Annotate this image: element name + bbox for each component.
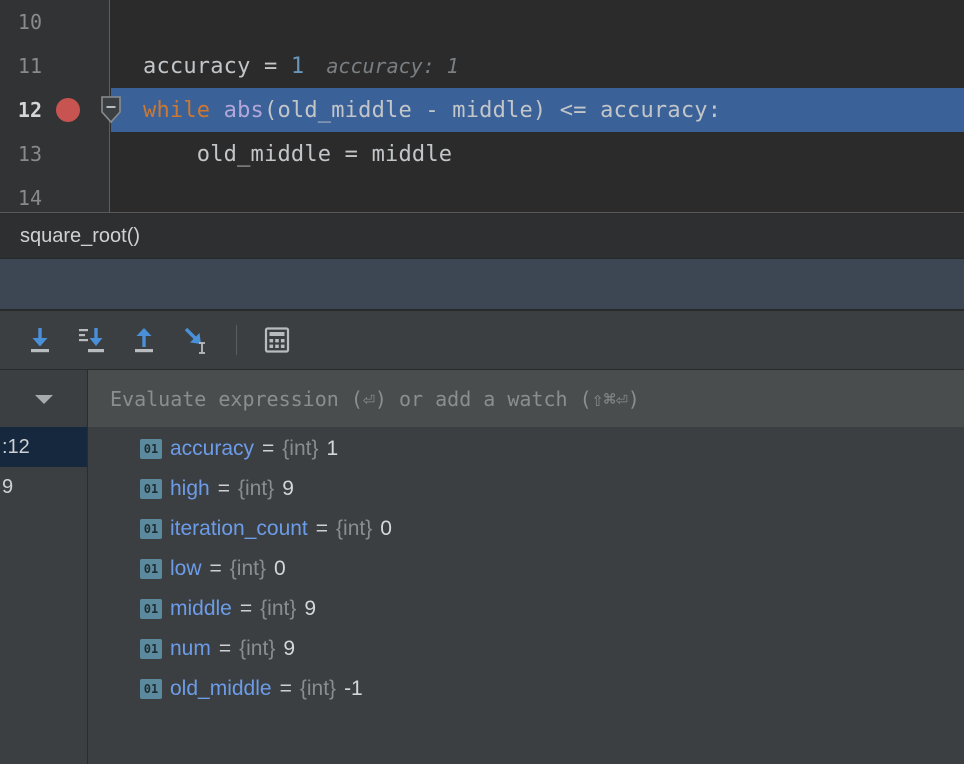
editor-gutter[interactable]: 13 (0, 132, 110, 176)
variable-row[interactable]: 01 num = {int} 9 (88, 629, 964, 669)
step-over-icon (25, 325, 55, 355)
variable-value: 9 (282, 477, 294, 501)
variable-name: num (170, 637, 211, 661)
code-text (111, 0, 964, 44)
calculator-icon (263, 326, 291, 354)
code-source-text: old_middle = middle (111, 142, 452, 167)
variable-type-badge-icon: 01 (140, 519, 162, 539)
variable-name: old_middle (170, 677, 272, 701)
selected-thread-band[interactable] (0, 258, 964, 310)
variable-type-badge-icon: 01 (140, 479, 162, 499)
variable-equals: = (316, 517, 328, 541)
variable-value: 0 (380, 517, 392, 541)
variable-row[interactable]: 01 low = {int} 0 (88, 549, 964, 589)
variable-type-badge-icon: 01 (140, 599, 162, 619)
frames-list[interactable]: :129 (0, 427, 88, 764)
panel-header: Evaluate expression (⏎) or add a watch (… (0, 370, 964, 427)
variable-row[interactable]: 01 middle = {int} 9 (88, 589, 964, 629)
variable-row[interactable]: 01 accuracy = {int} 1 (88, 429, 964, 469)
evaluate-expression-input[interactable]: Evaluate expression (⏎) or add a watch (… (88, 370, 964, 427)
line-number: 13 (0, 142, 46, 166)
step-out-icon (129, 325, 159, 355)
variable-type: {int} (282, 437, 318, 461)
variable-name: low (170, 557, 202, 581)
variable-equals: = (219, 637, 231, 661)
variable-type-badge-icon: 01 (140, 639, 162, 659)
variable-type-badge-icon: 01 (140, 679, 162, 699)
variable-value: 0 (274, 557, 286, 581)
variable-equals: = (240, 597, 252, 621)
line-number: 10 (0, 10, 46, 34)
variable-row[interactable]: 01 old_middle = {int} -1 (88, 669, 964, 709)
variable-name: high (170, 477, 210, 501)
code-line[interactable]: 10 (0, 0, 964, 44)
variable-name: accuracy (170, 437, 254, 461)
chevron-down-icon (33, 392, 55, 406)
variable-type: {int} (260, 597, 296, 621)
variable-value: 1 (327, 437, 339, 461)
code-text (111, 176, 964, 213)
current-frame-label: square_root() (20, 225, 140, 248)
inline-value-hint: accuracy: 1 (304, 54, 458, 78)
line-number: 11 (0, 54, 46, 78)
line-number: 12 (0, 98, 46, 122)
frame-list-item[interactable]: 9 (0, 467, 87, 507)
debugger-toolbar (0, 311, 964, 370)
variable-type: {int} (300, 677, 336, 701)
variable-type-badge-icon: 01 (140, 559, 162, 579)
editor-gutter[interactable]: 10 (0, 0, 110, 44)
frames-dropdown-button[interactable] (0, 370, 88, 427)
frame-list-item[interactable]: :12 (0, 427, 87, 467)
variable-type: {int} (230, 557, 266, 581)
variable-equals: = (218, 477, 230, 501)
line-number: 14 (0, 186, 46, 210)
code-text: accuracy = 1accuracy: 1 (111, 44, 964, 88)
current-frame-row[interactable]: square_root() (0, 214, 964, 258)
breakpoint-icon[interactable] (56, 98, 80, 122)
step-out-button[interactable] (122, 320, 166, 360)
code-text: while abs(old_middle - middle) <= accura… (111, 88, 964, 132)
debugger-panels: :129 01accuracy={int}101high={int}901ite… (0, 427, 964, 764)
code-editor[interactable]: 10 11 accuracy = 1accuracy: 1 12 while abs(o… (0, 0, 964, 213)
editor-gutter[interactable]: 12 (0, 88, 110, 132)
code-source-text: accuracy = 1 (111, 54, 304, 79)
variable-type: {int} (238, 477, 274, 501)
variable-equals: = (262, 437, 274, 461)
evaluate-expression-placeholder: Evaluate expression (⏎) or add a watch (… (110, 387, 640, 411)
editor-gutter[interactable]: 14 (0, 176, 110, 213)
evaluate-expression-button[interactable] (255, 320, 299, 360)
code-line[interactable]: 14 (0, 176, 964, 213)
variable-equals: = (210, 557, 222, 581)
variable-type: {int} (239, 637, 275, 661)
variable-row[interactable]: 01 high = {int} 9 (88, 469, 964, 509)
code-line[interactable]: 13 old_middle = middle (0, 132, 964, 176)
variable-name: iteration_count (170, 517, 308, 541)
variable-row[interactable]: 01 iteration_count = {int} 0 (88, 509, 964, 549)
run-to-cursor-button[interactable] (174, 320, 218, 360)
code-text: old_middle = middle (111, 132, 964, 176)
variable-value: 9 (283, 637, 295, 661)
code-fold-marker-icon[interactable] (100, 96, 122, 124)
variable-type-badge-icon: 01 (140, 439, 162, 459)
step-into-icon (77, 325, 107, 355)
variable-equals: = (280, 677, 292, 701)
variable-name: middle (170, 597, 232, 621)
run-to-cursor-icon (181, 325, 211, 355)
variable-value: -1 (344, 677, 363, 701)
step-into-button[interactable] (70, 320, 114, 360)
debugger-window: 1011accuracy = 1accuracy: 112while abs(o… (0, 0, 964, 764)
code-source-text: while abs(old_middle - middle) <= accura… (111, 98, 721, 123)
variable-type: {int} (336, 517, 372, 541)
step-over-button[interactable] (18, 320, 62, 360)
code-line[interactable]: 12 while abs(old_middle - middle) <= accu… (0, 88, 964, 132)
variables-list[interactable]: 01accuracy={int}101high={int}901iteratio… (88, 427, 964, 764)
code-line[interactable]: 11 accuracy = 1accuracy: 1 (0, 44, 964, 88)
variable-value: 9 (304, 597, 316, 621)
editor-gutter[interactable]: 11 (0, 44, 110, 88)
toolbar-separator (236, 325, 237, 355)
